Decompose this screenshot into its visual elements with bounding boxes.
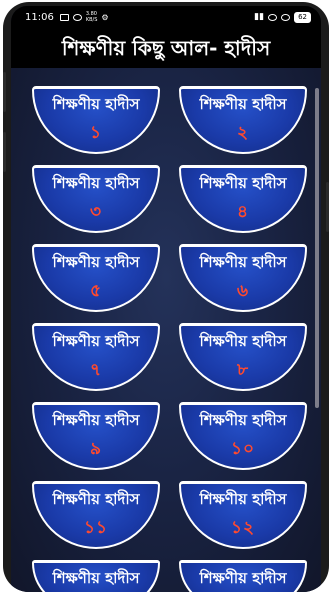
hadith-card-title: শিক্ষণীয় হাদীস: [52, 95, 140, 113]
page-title: শিক্ষণীয় কিছু আল- হাদীস: [11, 28, 321, 68]
hadith-card-3[interactable]: শিক্ষণীয় হাদীস ৩: [32, 165, 160, 233]
hadith-card-number: ৪: [236, 202, 250, 222]
volume-button: [3, 72, 6, 112]
hadith-card-2[interactable]: শিক্ষণীয় হাদীস ২: [179, 86, 307, 154]
data-icon: [281, 13, 291, 21]
hadith-card-number: ১২: [230, 518, 256, 538]
hadith-card-number: ৬: [236, 281, 250, 301]
hadith-card-title: শিক্ষণীয় হাদীস: [199, 95, 287, 113]
hadith-card-5[interactable]: শিক্ষণীয় হাদীস ৫: [32, 244, 160, 312]
status-bar: 11:06 3.80 KB/S ⚙ ▮▮ 62: [11, 6, 321, 28]
sync-icon: [268, 13, 278, 21]
hadith-card-title: শিক্ষণীয় হাদীস: [199, 174, 287, 192]
hadith-card-number: ৩: [89, 202, 103, 222]
hadith-card-13[interactable]: শিক্ষণীয় হাদীস: [32, 560, 160, 592]
hadith-card-number: ৯: [89, 439, 103, 459]
power-button: [326, 182, 329, 232]
network-speed: 3.80 KB/S: [85, 11, 98, 23]
hadith-card-8[interactable]: শিক্ষণীয় হাদীস ৮: [179, 323, 307, 391]
hadith-card-title: শিক্ষণীয় হাদীস: [199, 253, 287, 271]
hadith-card-title: শিক্ষণীয় হাদীস: [52, 411, 140, 429]
hadith-card-11[interactable]: শিক্ষণীয় হাদীস ১১: [32, 481, 160, 549]
volume-button: [3, 132, 6, 172]
hadith-card-7[interactable]: শিক্ষণীয় হাদীস ৭: [32, 323, 160, 391]
signal-icon: ▮▮: [254, 12, 265, 22]
hadith-card-title: শিক্ষণীয় হাদীস: [52, 332, 140, 350]
hadith-card-title: শিক্ষণীয় হাদীস: [199, 332, 287, 350]
hadith-card-title: শিক্ষণীয় হাদীস: [52, 490, 140, 508]
hadith-card-number: ৫: [89, 281, 103, 301]
content-area: শিক্ষণীয় হাদীস ১ শিক্ষণীয় হাদীস ২ শিক্ষণীয…: [11, 68, 321, 592]
hadith-card-number: ১১: [83, 518, 109, 538]
hadith-card-12[interactable]: শিক্ষণীয় হাদীস ১২: [179, 481, 307, 549]
hadith-grid: শিক্ষণীয় হাদীস ১ শিক্ষণীয় হাদীস ২ শিক্ষণীয…: [11, 68, 321, 592]
hadith-card-title: শিক্ষণীয় হাদীস: [52, 174, 140, 192]
hadith-card-number: ৭: [89, 360, 103, 380]
hadith-card-1[interactable]: শিক্ষণীয় হাদীস ১: [32, 86, 160, 154]
hadith-card-number: ২: [236, 123, 250, 143]
notification-icon: [72, 13, 82, 21]
hadith-card-10[interactable]: শিক্ষণীয় হাদীস ১০: [179, 402, 307, 470]
screen: 11:06 3.80 KB/S ⚙ ▮▮ 62 শিক্ষণীয় কিছু আ…: [11, 6, 321, 592]
hadith-card-title: শিক্ষণীয় হাদীস: [199, 490, 287, 508]
settings-icon: ⚙: [101, 12, 109, 22]
hadith-card-number: ৮: [236, 360, 250, 380]
hadith-card-14[interactable]: শিক্ষণীয় হাদীস: [179, 560, 307, 592]
hadith-card-4[interactable]: শিক্ষণীয় হাদীস ৪: [179, 165, 307, 233]
hadith-card-title: শিক্ষণীয় হাদীস: [52, 253, 140, 271]
battery-icon: 62: [294, 11, 311, 23]
hadith-card-6[interactable]: শিক্ষণীয় হাদীস ৬: [179, 244, 307, 312]
phone-frame: 11:06 3.80 KB/S ⚙ ▮▮ 62 শিক্ষণীয় কিছু আ…: [3, 2, 329, 592]
message-icon: [59, 13, 69, 21]
hadith-card-title: শিক্ষণীয় হাদীস: [199, 569, 287, 587]
hadith-card-number: ১: [89, 123, 103, 143]
hadith-card-9[interactable]: শিক্ষণীয় হাদীস ৯: [32, 402, 160, 470]
hadith-card-title: শিক্ষণীয় হাদীস: [199, 411, 287, 429]
hadith-card-number: ১০: [230, 439, 256, 459]
status-time: 11:06: [25, 11, 54, 23]
hadith-card-title: শিক্ষণীয় হাদীস: [52, 569, 140, 587]
